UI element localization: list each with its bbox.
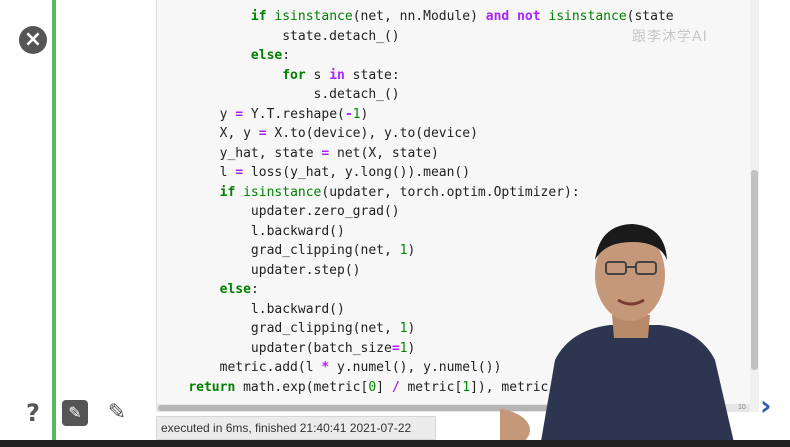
code-token: l [157, 165, 236, 180]
code-token: in [329, 67, 345, 83]
code-token: net(X, state) [329, 145, 439, 161]
code-token: y_hat, state [157, 145, 322, 161]
code-line: y = Y.T.reshape(-1) [157, 105, 674, 125]
code-token: updater.step() [157, 262, 361, 278]
code-token: if [219, 184, 236, 200]
close-icon[interactable]: × [19, 26, 47, 54]
code-line: l = loss(y_hat, y.long()).mean() [157, 163, 674, 183]
vertical-scroll-thumb[interactable] [751, 170, 758, 370]
code-token: (net, nn.Module) [352, 9, 486, 24]
code-token: for [282, 67, 306, 83]
code-token: state.detach_() [157, 28, 400, 44]
code-line: if isinstance(net, nn.Module) and not is… [157, 7, 674, 27]
code-token: y.numel(), y.numel()) [329, 360, 502, 375]
code-token: ) [407, 321, 416, 336]
code-token: X.to(device), y.to(device) [266, 126, 478, 141]
video-bottom-bar [0, 440, 790, 447]
code-token: Y.T.reshape( [243, 106, 345, 122]
code-token: s [305, 67, 330, 83]
execution-status: executed in 6ms, finished 21:40:41 2021-… [156, 416, 436, 440]
code-token: isinstance [243, 184, 322, 200]
active-cell-indicator [52, 0, 56, 447]
code-token: - [344, 106, 353, 122]
code-token: y [157, 106, 236, 122]
code-token: s.detach_() [157, 87, 400, 102]
code-token: ] [376, 379, 392, 395]
code-line: else: [157, 46, 674, 66]
code-token: (state [626, 9, 674, 24]
code-token: else [219, 282, 251, 297]
code-token: return [188, 379, 236, 395]
code-token: 1 [352, 106, 361, 122]
help-icon[interactable]: ? [20, 400, 46, 426]
code-line: s.detach_() [157, 85, 674, 105]
code-token: else [250, 48, 283, 63]
code-token: = [235, 165, 244, 180]
code-token: not [517, 9, 541, 24]
code-token: state: [344, 67, 400, 83]
code-token: grad_clipping(net, [157, 321, 400, 336]
code-token: math.exp(metric[ [235, 379, 369, 395]
next-arrow-icon[interactable]: › [760, 392, 780, 420]
code-token: 1 [462, 379, 471, 395]
presenter-video-overlay [500, 224, 735, 447]
right-margin [759, 0, 790, 447]
code-token: ) [407, 340, 416, 356]
code-line: if isinstance(updater, torch.optim.Optim… [157, 183, 674, 203]
code-token: 0 [368, 379, 377, 395]
presenter-shirt [540, 325, 735, 447]
code-token: ) [360, 106, 369, 122]
code-token: : [250, 282, 259, 297]
code-token: updater.zero_grad() [157, 204, 400, 219]
code-line: state.detach_() [157, 27, 674, 47]
code-token: X, y [157, 126, 259, 141]
code-token: = [258, 126, 267, 141]
code-token: isinstance [548, 9, 627, 24]
left-toolbar: × ? [0, 0, 54, 447]
pencil-icon[interactable]: ✎ [104, 400, 130, 426]
code-line: X, y = X.to(device), y.to(device) [157, 124, 674, 144]
code-token: if [250, 9, 267, 24]
code-token: updater(batch_size [157, 340, 392, 356]
code-token: = [235, 106, 244, 122]
code-token: and [485, 9, 510, 24]
code-token: : [282, 48, 291, 63]
code-token: ) [407, 243, 416, 258]
code-token: / [391, 379, 400, 395]
code-token: loss(y_hat, y.long()).mean() [243, 165, 471, 180]
code-token: isinstance [274, 9, 353, 24]
edit-cell-icon[interactable]: ✎ [62, 400, 88, 426]
code-line: for s in state: [157, 66, 674, 86]
code-token: l.backward() [157, 301, 345, 317]
code-token: (updater, torch.optim.Optimizer): [321, 184, 580, 200]
code-line: y_hat, state = net(X, state) [157, 144, 674, 164]
code-token: metric[ [399, 379, 463, 395]
vertical-scrollbar[interactable] [750, 0, 759, 412]
code-token: l.backward() [157, 223, 345, 239]
code-token: metric.add(l [157, 360, 322, 375]
code-token: grad_clipping(net, [157, 243, 400, 258]
video-watermark: 跟李沐学AI [632, 29, 708, 45]
code-token: = [391, 340, 400, 356]
code-line: updater.zero_grad() [157, 202, 674, 222]
